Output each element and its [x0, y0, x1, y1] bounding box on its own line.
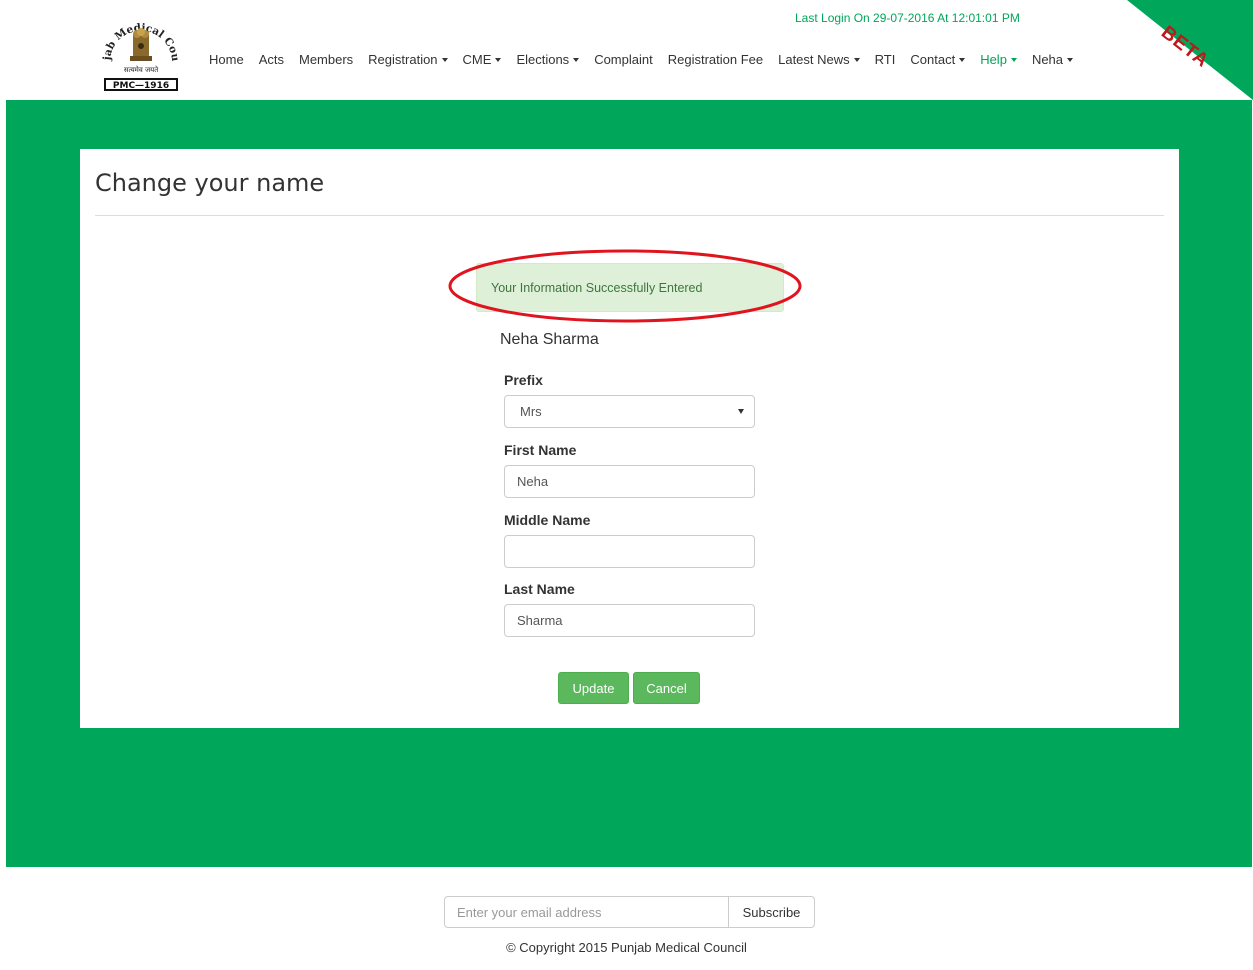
- main-nav: Home Acts Members Registration CME Elections C…: [209, 52, 1088, 67]
- nav-item-home[interactable]: Home: [209, 52, 244, 67]
- last-login-status: Last Login On 29-07-2016 At 12:01:01 PM: [795, 11, 1020, 25]
- last-name-label: Last Name: [504, 581, 575, 597]
- nav-item-contact[interactable]: Contact: [910, 52, 966, 67]
- update-button[interactable]: Update: [558, 672, 629, 704]
- nav-item-label: Registration: [368, 52, 438, 67]
- first-name-field[interactable]: Neha: [504, 465, 755, 498]
- prefix-select[interactable]: Mrs: [504, 395, 755, 428]
- nav-item-registration[interactable]: Registration: [368, 52, 448, 67]
- last-name-field[interactable]: Sharma: [504, 604, 755, 637]
- nav-item-label: CME: [462, 52, 492, 67]
- site-header: Punjab Medical Council सत्यमेव जयते PMC—…: [0, 0, 1253, 100]
- council-logo[interactable]: Punjab Medical Council सत्यमेव जयते PMC—…: [102, 2, 180, 94]
- nav-item-label: RTI: [874, 52, 896, 67]
- prefix-label: Prefix: [504, 372, 543, 388]
- caret-down-icon: [441, 58, 448, 62]
- nav-item-elections[interactable]: Elections: [516, 52, 580, 67]
- nav-item-complaint[interactable]: Complaint: [594, 52, 653, 67]
- nav-item-registration-fee[interactable]: Registration Fee: [668, 52, 763, 67]
- subscribe-button[interactable]: Subscribe: [728, 896, 815, 928]
- caret-down-icon: [1010, 58, 1017, 62]
- first-name-label: First Name: [504, 442, 577, 458]
- email-subscribe-input[interactable]: Enter your email address: [444, 896, 729, 928]
- caret-down-icon: [1067, 58, 1074, 62]
- svg-text:सत्यमेव जयते: सत्यमेव जयते: [124, 65, 159, 74]
- nav-item-label: Contact: [910, 52, 956, 67]
- nav-item-label: Acts: [258, 52, 284, 67]
- middle-name-label: Middle Name: [504, 512, 591, 528]
- nav-item-rti[interactable]: RTI: [875, 52, 896, 67]
- caret-down-icon: [495, 58, 502, 62]
- page-title: Change your name: [95, 169, 325, 197]
- cancel-button[interactable]: Cancel: [633, 672, 700, 704]
- nav-item-label: Home: [209, 52, 244, 67]
- nav-item-label: Neha: [1031, 52, 1064, 67]
- prefix-value: Mrs: [520, 404, 542, 419]
- middle-name-field[interactable]: [504, 535, 755, 568]
- nav-item-label: Members: [298, 52, 354, 67]
- nav-item-acts[interactable]: Acts: [259, 52, 284, 67]
- person-name: Neha Sharma: [500, 331, 599, 348]
- title-divider: [95, 215, 1164, 216]
- nav-item-label: Latest News: [778, 52, 850, 67]
- nav-item-label: Help: [980, 52, 1007, 67]
- caret-down-icon: [573, 58, 580, 62]
- chevron-down-icon: [738, 409, 744, 414]
- nav-item-members[interactable]: Members: [299, 52, 353, 67]
- copyright-text: © Copyright 2015 Punjab Medical Council: [506, 940, 747, 955]
- caret-down-icon: [853, 58, 860, 62]
- nav-item-label: Registration Fee: [667, 52, 764, 67]
- nav-item-help[interactable]: Help: [980, 52, 1017, 67]
- success-alert: Your Information Successfully Entered: [476, 263, 784, 312]
- caret-down-icon: [959, 58, 966, 62]
- change-name-panel: Change your name Your Information Succes…: [80, 149, 1179, 728]
- nav-item-neha[interactable]: Neha: [1031, 52, 1074, 67]
- nav-item-latest-news[interactable]: Latest News: [778, 52, 860, 67]
- state-emblem-icon: [130, 28, 152, 61]
- nav-item-label: Complaint: [594, 52, 653, 67]
- nav-item-cme[interactable]: CME: [463, 52, 502, 67]
- nav-item-label: Elections: [516, 52, 570, 67]
- svg-text:PMC—1916: PMC—1916: [113, 81, 169, 91]
